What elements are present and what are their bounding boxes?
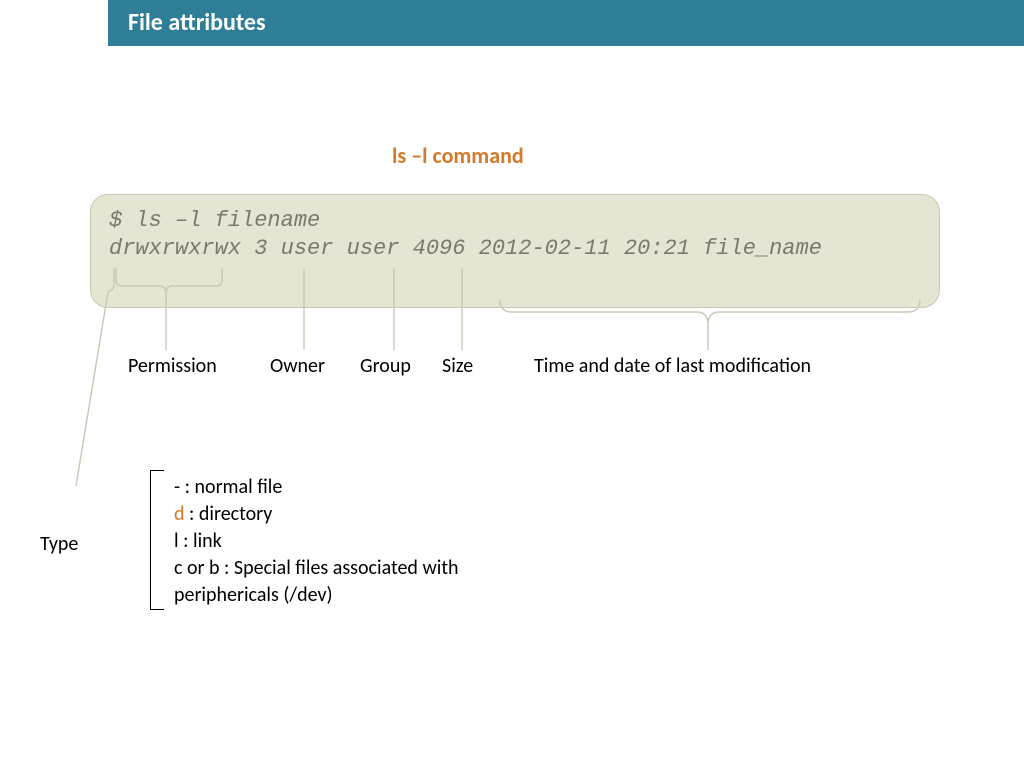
type-letter-d: d xyxy=(174,502,185,526)
type-bracket-icon xyxy=(150,470,164,610)
type-heading: Type xyxy=(40,532,78,556)
label-owner: Owner xyxy=(270,354,325,378)
code-example-box: $ ls –l filename drwxrwxrwx 3 user user … xyxy=(90,194,940,308)
label-group: Group xyxy=(360,354,411,378)
type-list: - : normal file d : directory l : link c… xyxy=(174,474,534,609)
type-item-directory: d : directory xyxy=(174,501,534,528)
type-item-link: l : link xyxy=(174,528,534,555)
label-permission: Permission xyxy=(128,354,217,378)
slide-subheading: ls –l command xyxy=(392,142,524,169)
slide-title: File attributes xyxy=(108,0,1024,46)
label-mtime: Time and date of last modification xyxy=(534,354,811,378)
code-line-2: drwxrwxrwx 3 user user 4096 2012-02-11 2… xyxy=(109,235,921,263)
brace-mtime xyxy=(500,300,920,360)
code-line-1: $ ls –l filename xyxy=(109,207,921,235)
type-item-special: c or b : Special files associated with p… xyxy=(174,555,534,609)
label-size: Size xyxy=(442,354,473,378)
type-item-normal: - : normal file xyxy=(174,474,534,501)
